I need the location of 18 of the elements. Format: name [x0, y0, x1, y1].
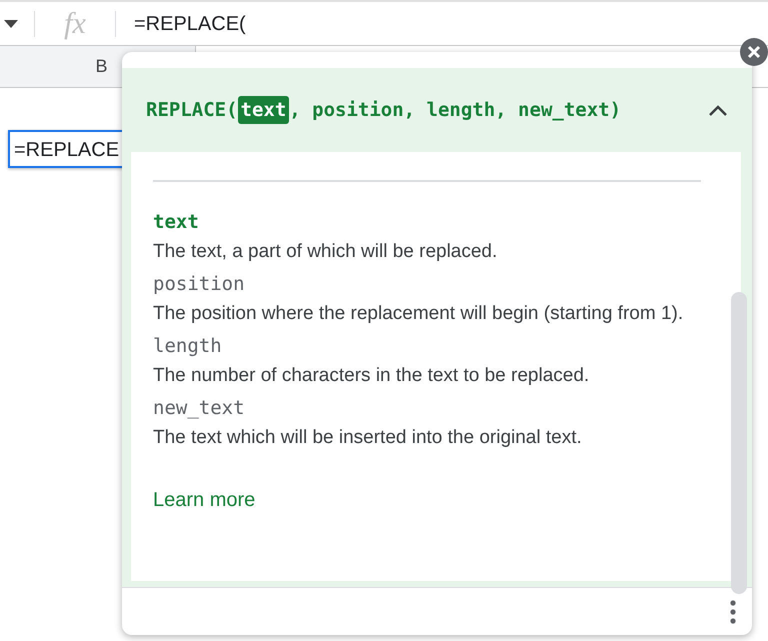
function-label: fx: [63, 6, 87, 42]
parameter-description: The text, a part of which will be replaced.: [153, 240, 498, 264]
parameter-description: The position where the replacement will begin (starting from 1).: [153, 302, 684, 326]
formula-input[interactable]: =REPLACE(: [134, 8, 246, 38]
more-options-icon[interactable]: [730, 600, 736, 624]
collapse-caret-icon[interactable]: [708, 103, 728, 117]
parameter-name: text: [153, 210, 200, 235]
parameter-description: The number of characters in the text to be replaced.: [153, 364, 590, 388]
scrollbar-thumb[interactable]: [731, 292, 747, 594]
close-button[interactable]: [740, 38, 768, 66]
learn-more-link[interactable]: Learn more: [153, 484, 256, 515]
parameter-name: new_text: [153, 396, 246, 422]
parameter-name: position: [153, 272, 246, 298]
parameter-name: length: [153, 334, 223, 360]
dropdown-caret-icon[interactable]: [4, 20, 18, 28]
function-signature: REPLACE(text, position, length, new_text): [146, 96, 622, 124]
parameter-description: The text which will be inserted into the original text.: [153, 426, 583, 450]
close-icon: [747, 45, 761, 59]
